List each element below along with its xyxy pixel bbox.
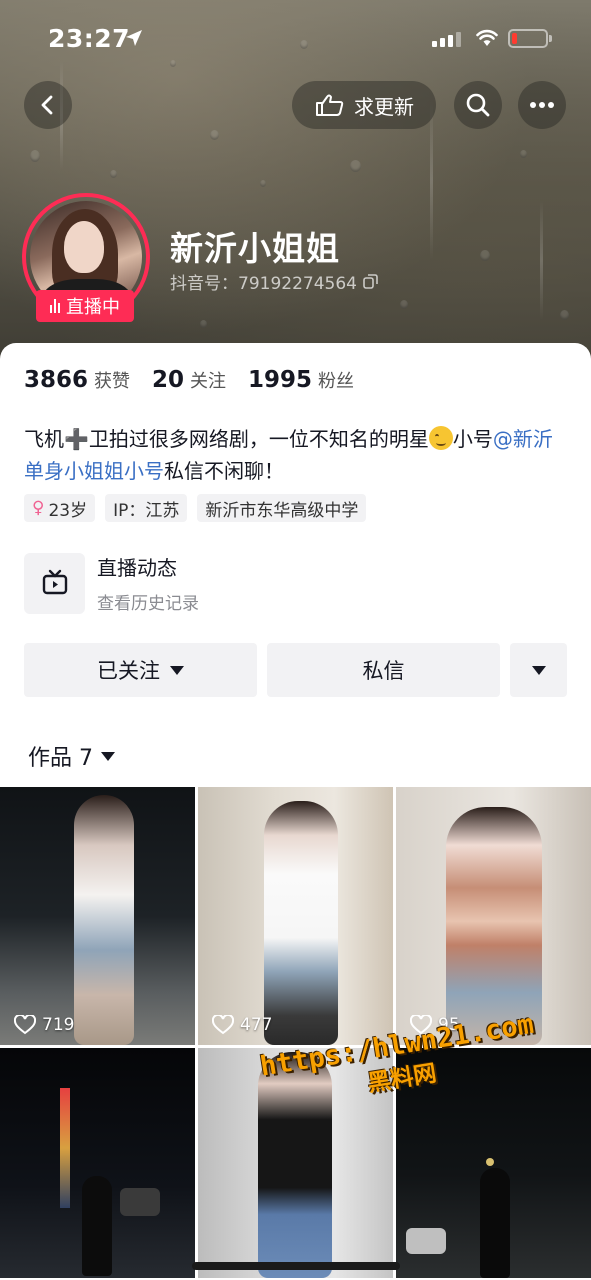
tag-age-label: 23岁 <box>48 500 88 521</box>
followed-button[interactable]: 已关注 <box>24 643 257 697</box>
heart-icon <box>212 1015 234 1035</box>
cellular-signal-icon <box>432 32 461 47</box>
location-arrow-icon <box>126 30 142 46</box>
tag-school[interactable]: 新沂市东华高级中学 <box>197 494 367 522</box>
bio-plus-emoji: ➕ <box>64 427 89 451</box>
status-bar: 23:27 <box>0 0 591 80</box>
video-likes: 477 <box>212 1015 272 1035</box>
tag-ip-label: IP：江苏 <box>113 500 180 521</box>
followed-button-label: 已关注 <box>97 659 160 683</box>
bio-text-4: 私信不闲聊！ <box>164 459 284 483</box>
video-thumbnail-2[interactable]: 477 <box>198 787 393 1045</box>
more-dots-icon <box>530 102 554 108</box>
stat-followers-label: 粉丝 <box>318 371 355 392</box>
wink-emoji-icon <box>428 426 453 450</box>
more-actions-button[interactable] <box>510 643 567 697</box>
video-thumbnail-4[interactable] <box>0 1048 195 1278</box>
copy-icon[interactable] <box>363 274 378 289</box>
back-button[interactable] <box>24 81 72 129</box>
live-history-icon-box <box>24 552 85 614</box>
message-button-label: 私信 <box>362 659 405 683</box>
stat-following-value: 20 <box>152 367 185 393</box>
stat-following[interactable]: 20 关注 <box>152 367 226 393</box>
profile-nickname: 新沂小姐姐 <box>170 229 340 268</box>
home-indicator[interactable] <box>192 1262 400 1270</box>
tv-icon <box>42 569 67 595</box>
stat-likes: 3866 获赞 <box>24 367 130 393</box>
bio-text-2: 卫拍过很多网络剧，一位不知名的明星 <box>88 427 429 451</box>
caret-down-icon <box>531 665 546 675</box>
bio-text-1: 飞机 <box>24 427 64 451</box>
profile-bio: 飞机➕卫拍过很多网络剧，一位不知名的明星 小号@新沂单身小姐姐小号私信不闲聊！ <box>24 423 569 487</box>
stat-following-label: 关注 <box>190 371 227 392</box>
heart-icon <box>14 1015 36 1035</box>
search-icon <box>466 93 490 117</box>
tag-age: ♀ 23岁 <box>24 494 96 522</box>
female-icon: ♀ <box>32 498 45 518</box>
live-badge[interactable]: 直播中 <box>36 290 134 322</box>
douyin-id-text: 抖音号：79192274564 <box>170 274 357 294</box>
video-likes-count: 477 <box>240 1015 273 1035</box>
more-options-button[interactable] <box>518 81 566 129</box>
video-likes-count: 719 <box>42 1015 75 1035</box>
live-badge-label: 直播中 <box>66 297 120 318</box>
tab-works-label: 作品 7 <box>28 746 93 771</box>
stat-followers[interactable]: 1995 粉丝 <box>248 367 354 393</box>
video-thumbnail-3[interactable]: 95 <box>396 787 591 1045</box>
battery-icon <box>508 29 552 48</box>
douyin-id: 抖音号：79192274564 <box>170 269 378 294</box>
video-likes: 719 <box>14 1015 74 1035</box>
message-button[interactable]: 私信 <box>267 643 500 697</box>
wifi-icon <box>476 29 498 46</box>
action-buttons: 已关注 私信 <box>24 643 567 697</box>
search-button[interactable] <box>454 81 502 129</box>
video-thumbnail-1[interactable]: 719 <box>0 787 195 1045</box>
bio-text-3: 小号 <box>452 427 493 451</box>
live-history-subtitle: 查看历史记录 <box>97 594 199 614</box>
request-update-label: 求更新 <box>354 94 414 119</box>
stat-likes-value: 3866 <box>24 367 89 393</box>
live-bars-icon <box>50 299 60 313</box>
hand-pointing-icon <box>316 94 344 116</box>
tag-ip: IP：江苏 <box>105 494 188 522</box>
tab-works[interactable]: 作品 7 <box>28 740 115 772</box>
profile-info-panel: 3866 获赞 20 关注 1995 粉丝 飞机➕卫拍过很多网络剧，一位不知名的… <box>0 343 591 783</box>
tag-school-label: 新沂市东华高级中学 <box>205 500 359 521</box>
request-update-button[interactable]: 求更新 <box>292 81 436 129</box>
caret-down-icon <box>101 751 115 761</box>
stat-likes-label: 获赞 <box>94 371 131 392</box>
status-time: 23:27 <box>48 24 131 53</box>
profile-tags: ♀ 23岁 IP：江苏 新沂市东华高级中学 <box>24 494 367 522</box>
chevron-left-icon <box>41 95 53 115</box>
stat-followers-value: 1995 <box>248 367 313 393</box>
live-history-entry[interactable]: 直播动态 查看历史记录 <box>24 552 199 614</box>
live-history-title: 直播动态 <box>97 556 177 580</box>
caret-down-icon <box>170 665 184 675</box>
stats-row: 3866 获赞 20 关注 1995 粉丝 <box>24 367 376 393</box>
